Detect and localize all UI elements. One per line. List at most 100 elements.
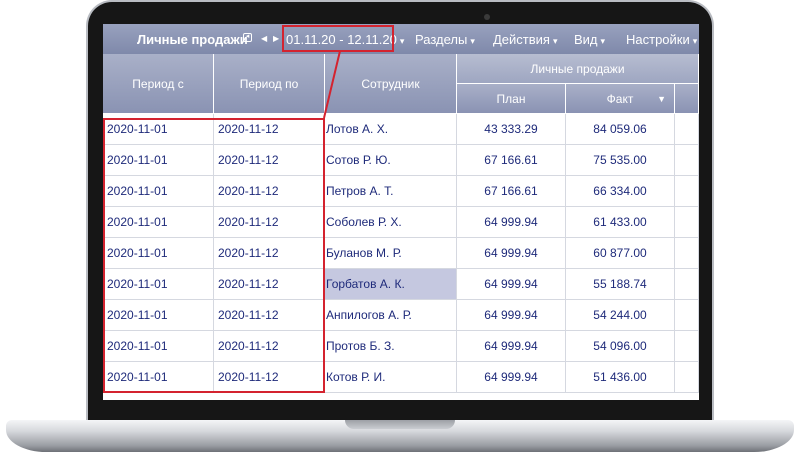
cell-plan[interactable]: 67 166.61: [457, 176, 566, 207]
col-header-label: Сотрудник: [361, 76, 420, 91]
cell-period-from[interactable]: 2020-11-01: [103, 269, 214, 300]
col-header-extra: [675, 84, 699, 114]
cell-employee[interactable]: Протов Б. З.: [325, 331, 457, 362]
chevron-down-icon: ▾: [399, 36, 405, 46]
app-screen: Личные продажи ◂ ◀ ▶ 01.11.20 - 12.11.20…: [103, 24, 699, 400]
col-group-label: Личные продажи: [530, 61, 625, 76]
col-header-label: Период по: [239, 76, 299, 91]
cell-employee[interactable]: Петров А. Т.: [325, 176, 457, 207]
col-group-header-personal-sales: Личные продажи: [457, 54, 699, 84]
cell-fact[interactable]: 84 059.06: [566, 114, 675, 145]
menu-view-label: Вид: [574, 32, 598, 47]
menu-settings[interactable]: Настройки ▾: [626, 32, 697, 47]
cell-period-to[interactable]: 2020-11-12: [214, 331, 325, 362]
cell-plan[interactable]: 67 166.61: [457, 145, 566, 176]
table-row[interactable]: 2020-11-01 2020-11-12 Котов Р. И. 64 999…: [103, 362, 699, 393]
cell-period-from[interactable]: 2020-11-01: [103, 145, 214, 176]
cell-fact[interactable]: 60 877.00: [566, 238, 675, 269]
table-row[interactable]: 2020-11-01 2020-11-12 Протов Б. З. 64 99…: [103, 331, 699, 362]
chevron-down-icon: ▾: [600, 36, 606, 46]
cell-period-from[interactable]: 2020-11-01: [103, 300, 214, 331]
next-arrow-icon[interactable]: ▶: [273, 34, 279, 43]
table-row[interactable]: 2020-11-01 2020-11-12 Буланов М. Р. 64 9…: [103, 238, 699, 269]
cell-period-from[interactable]: 2020-11-01: [103, 362, 214, 393]
cell-fact[interactable]: 54 096.00: [566, 331, 675, 362]
col-header-plan[interactable]: План: [457, 84, 566, 114]
period-button[interactable]: 01.11.20 - 12.11.20 ▾: [286, 32, 404, 47]
cell-employee[interactable]: Сотов Р. Ю.: [325, 145, 457, 176]
cell-empty: [675, 362, 699, 393]
grid-body: 2020-11-01 2020-11-12 Лотов А. Х. 43 333…: [103, 114, 699, 393]
camera-dot: [484, 14, 490, 20]
menu-actions[interactable]: Действия ▾: [493, 32, 558, 47]
cell-empty: [675, 176, 699, 207]
chevron-down-icon: ▾: [552, 36, 558, 46]
col-header-label: Факт: [606, 91, 634, 106]
collapse-icon[interactable]: ◂: [243, 33, 252, 42]
cell-period-to[interactable]: 2020-11-12: [214, 145, 325, 176]
cell-plan[interactable]: 64 999.94: [457, 207, 566, 238]
cell-employee[interactable]: Соболев Р. Х.: [325, 207, 457, 238]
chevron-down-icon: ▾: [692, 36, 698, 46]
sort-chevron-icon[interactable]: ▼: [657, 94, 666, 104]
table-row[interactable]: 2020-11-01 2020-11-12 Анпилогов А. Р. 64…: [103, 300, 699, 331]
cell-plan[interactable]: 64 999.94: [457, 331, 566, 362]
menu-actions-label: Действия: [493, 32, 550, 47]
col-header-label: Период с: [132, 76, 184, 91]
cell-period-to[interactable]: 2020-11-12: [214, 269, 325, 300]
cell-employee[interactable]: Анпилогов А. Р.: [325, 300, 457, 331]
toolbar: Личные продажи ◂ ◀ ▶ 01.11.20 - 12.11.20…: [103, 24, 699, 54]
table-row-selected[interactable]: 2020-11-01 2020-11-12 Горбатов А. К. 64 …: [103, 269, 699, 300]
cell-empty: [675, 238, 699, 269]
cell-employee-selected[interactable]: Горбатов А. К.: [325, 269, 457, 300]
cell-plan[interactable]: 64 999.94: [457, 362, 566, 393]
col-header-fact[interactable]: Факт ▼: [566, 84, 675, 114]
prev-arrow-icon[interactable]: ◀: [261, 34, 267, 43]
cell-period-to[interactable]: 2020-11-12: [214, 300, 325, 331]
period-label: 01.11.20 - 12.11.20: [286, 32, 397, 47]
col-header-label: План: [496, 91, 526, 106]
cell-plan[interactable]: 64 999.94: [457, 269, 566, 300]
cell-period-from[interactable]: 2020-11-01: [103, 331, 214, 362]
cell-period-from[interactable]: 2020-11-01: [103, 176, 214, 207]
cell-plan[interactable]: 43 333.29: [457, 114, 566, 145]
cell-fact[interactable]: 55 188.74: [566, 269, 675, 300]
col-header-employee[interactable]: Сотрудник: [325, 54, 457, 114]
cell-period-to[interactable]: 2020-11-12: [214, 176, 325, 207]
cell-period-to[interactable]: 2020-11-12: [214, 207, 325, 238]
menu-sections[interactable]: Разделы ▾: [415, 32, 475, 47]
chevron-down-icon: ▾: [470, 36, 475, 46]
cell-fact[interactable]: 75 535.00: [566, 145, 675, 176]
cell-period-to[interactable]: 2020-11-12: [214, 362, 325, 393]
menu-sections-label: Разделы: [415, 32, 468, 47]
table-row[interactable]: 2020-11-01 2020-11-12 Лотов А. Х. 43 333…: [103, 114, 699, 145]
cell-fact[interactable]: 54 244.00: [566, 300, 675, 331]
cell-empty: [675, 300, 699, 331]
cell-employee[interactable]: Буланов М. Р.: [325, 238, 457, 269]
cell-fact[interactable]: 51 436.00: [566, 362, 675, 393]
cell-empty: [675, 145, 699, 176]
cell-period-to[interactable]: 2020-11-12: [214, 238, 325, 269]
cell-employee[interactable]: Котов Р. И.: [325, 362, 457, 393]
grid-header: Период с Период по Сотрудник Личные прод…: [103, 54, 699, 114]
cell-fact[interactable]: 66 334.00: [566, 176, 675, 207]
table-row[interactable]: 2020-11-01 2020-11-12 Петров А. Т. 67 16…: [103, 176, 699, 207]
cell-empty: [675, 331, 699, 362]
menu-view[interactable]: Вид ▾: [574, 32, 605, 47]
cell-empty: [675, 207, 699, 238]
table-row[interactable]: 2020-11-01 2020-11-12 Соболев Р. Х. 64 9…: [103, 207, 699, 238]
cell-period-from[interactable]: 2020-11-01: [103, 207, 214, 238]
col-header-period-from[interactable]: Период с: [103, 54, 214, 114]
cell-fact[interactable]: 61 433.00: [566, 207, 675, 238]
table-row[interactable]: 2020-11-01 2020-11-12 Сотов Р. Ю. 67 166…: [103, 145, 699, 176]
cell-plan[interactable]: 64 999.94: [457, 238, 566, 269]
cell-empty: [675, 114, 699, 145]
col-header-period-to[interactable]: Период по: [214, 54, 325, 114]
cell-period-from[interactable]: 2020-11-01: [103, 238, 214, 269]
cell-employee[interactable]: Лотов А. Х.: [325, 114, 457, 145]
cell-period-to[interactable]: 2020-11-12: [214, 114, 325, 145]
report-title: Личные продажи: [137, 32, 248, 47]
cell-plan[interactable]: 64 999.94: [457, 300, 566, 331]
laptop-notch: [345, 420, 455, 429]
cell-period-from[interactable]: 2020-11-01: [103, 114, 214, 145]
